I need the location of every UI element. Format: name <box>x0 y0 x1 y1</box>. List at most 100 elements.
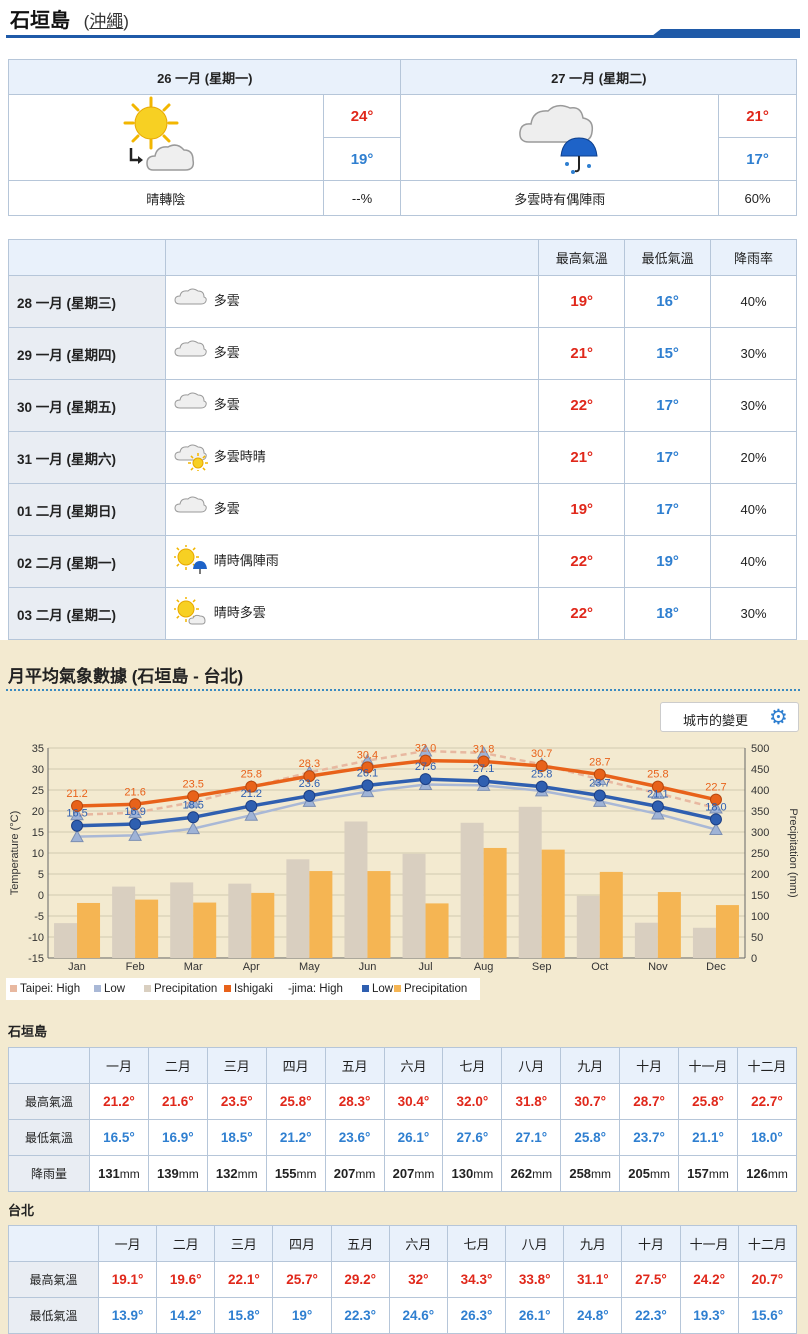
forecast-high: 22° <box>538 379 626 432</box>
ishigaki-marker <box>593 789 606 802</box>
precip-cell: 132mm <box>206 1155 267 1192</box>
legend-item[interactable]: Taipei: High <box>10 983 80 995</box>
month-header: 十一月 <box>678 1047 738 1084</box>
month-header: 五月 <box>330 1225 390 1262</box>
low-temp-cell: 14.2° <box>156 1297 216 1334</box>
x-tick-label: Oct <box>591 961 608 973</box>
forecast-row: 02 二月 (星期一) 晴時偶陣雨 22° 19° 40% <box>8 535 797 588</box>
row-label: 降雨量 <box>8 1155 90 1192</box>
y2-tick-label: 0 <box>751 953 757 965</box>
legend-item[interactable]: Precipitation <box>144 983 217 995</box>
forecast-low: 17° <box>624 483 712 536</box>
low-temp-cell: 27.6° <box>442 1119 503 1156</box>
ishigaki-marker <box>71 819 84 832</box>
low-temp-cell: 23.6° <box>324 1119 385 1156</box>
high-data-label: 30.4 <box>357 749 378 761</box>
forecast-condition: 多雲 <box>164 483 540 536</box>
month-header: 九月 <box>560 1047 621 1084</box>
forecast-condition: 晴時多雲 <box>164 587 540 640</box>
ishigaki-marker <box>129 818 142 831</box>
low-temp-cell: 18.5° <box>206 1119 267 1156</box>
ishigaki-marker <box>303 789 316 802</box>
legend-item[interactable]: Low <box>362 983 393 995</box>
low-data-label: 27.1 <box>473 763 494 775</box>
cloud-rain-icon <box>518 104 598 174</box>
forecast-high: 21° <box>538 327 626 380</box>
weekly-forecast-table: 最高氣溫 最低氣溫 降雨率 28 一月 (星期三) 多雲 19° 16° 40% 29 一… <box>8 239 797 640</box>
low-data-label: 21.1 <box>647 788 668 800</box>
low-data-label: 23.6 <box>299 778 320 790</box>
month-header: 一月 <box>89 1047 149 1084</box>
gear-icon: ⚙ <box>769 706 788 729</box>
forecast-date: 31 一月 (星期六) <box>8 431 166 484</box>
row-label: 最高氣溫 <box>8 1261 99 1298</box>
month-header: 六月 <box>383 1047 444 1084</box>
day2-icon-cell <box>400 94 720 181</box>
legend-item[interactable]: Low <box>94 983 125 995</box>
forecast-row: 30 一月 (星期五) 多雲 22° 17° 30% <box>8 379 797 432</box>
precip-bar <box>170 882 194 958</box>
x-tick-label: Jun <box>359 961 377 973</box>
precip-bar <box>715 905 739 958</box>
high-temp-cell: 34.3° <box>446 1261 507 1298</box>
change-city-label: 城市的變更 <box>683 713 749 728</box>
x-tick-label: Nov <box>648 961 668 973</box>
x-tick-label: Jan <box>68 961 86 973</box>
climate-row: 最低氣溫 16.5° 16.9° 18.5° 21.2° 23.6° 26.1° 27.6° 2… <box>8 1119 798 1156</box>
forecast-high: 19° <box>538 483 626 536</box>
row-label: 最低氣溫 <box>8 1297 99 1334</box>
x-tick-label: Aug <box>474 961 494 973</box>
low-temp-cell: 26.3° <box>446 1297 507 1334</box>
forecast-date: 03 二月 (星期二) <box>8 587 166 640</box>
region-link[interactable]: (沖繩) <box>84 12 129 31</box>
taipei-table-title: 台北 <box>8 1203 35 1218</box>
month-header-row: 一月 二月 三月 四月 五月 六月 七月 八月 九月 十月 十一月 十二月 <box>8 1047 798 1084</box>
low-temp-cell: 18.0° <box>736 1119 798 1156</box>
y2-tick-label: 200 <box>751 869 769 881</box>
low-temp-cell: 27.1° <box>501 1119 562 1156</box>
low-temp-cell: 24.8° <box>563 1297 623 1334</box>
forecast-high: 22° <box>538 535 626 588</box>
monthly-title: 月平均氣象數據 (石垣島 - 台北) <box>8 667 244 686</box>
change-city-button[interactable]: 城市的變更 ⚙ <box>660 702 799 732</box>
header-cond <box>164 239 540 276</box>
ishigaki-marker <box>477 775 490 788</box>
precip-bar <box>402 853 426 958</box>
high-data-label: 28.7 <box>589 756 610 768</box>
month-header: 一月 <box>97 1225 158 1262</box>
precip-bar <box>77 902 101 958</box>
low-data-label: 16.9 <box>124 806 145 818</box>
legend-item[interactable]: Ishigaki <box>224 983 273 995</box>
y-tick-label: -5 <box>34 911 44 923</box>
low-temp-cell: 22.3° <box>330 1297 390 1334</box>
legend-item[interactable]: -jima: High <box>288 983 343 995</box>
forecast-date: 30 一月 (星期五) <box>8 379 166 432</box>
high-data-label: 23.5 <box>182 778 203 790</box>
low-temp-cell: 21.2° <box>265 1119 326 1156</box>
precip-cell: 131mm <box>89 1155 149 1192</box>
forecast-condition: 多雲 <box>164 327 540 380</box>
low-data-label: 27.6 <box>415 761 436 773</box>
precip-bar <box>112 886 136 958</box>
day1-icon-cell <box>8 94 324 181</box>
month-header: 十月 <box>619 1047 680 1084</box>
forecast-row: 31 一月 (星期六) 多雲時晴 21° 17° 20% <box>8 431 797 484</box>
y-tick-label: 30 <box>32 764 44 776</box>
ishigaki-climate-table: 一月 二月 三月 四月 五月 六月 七月 八月 九月 十月 十一月 十二月 最高氣溫 21.2° 21.6°… <box>8 1047 798 1192</box>
precip-bar <box>344 821 368 958</box>
day1-condition: 晴轉陰 <box>8 180 324 216</box>
month-header: 二月 <box>147 1047 208 1084</box>
low-data-label: 21.2 <box>241 788 262 800</box>
legend-item[interactable]: Precipitation <box>394 983 467 995</box>
sun-rain-icon <box>172 544 208 578</box>
y-tick-label: -10 <box>28 932 44 944</box>
header-low: 最低氣溫 <box>624 239 712 276</box>
climate-row: 最高氣溫 21.2° 21.6° 23.5° 25.8° 28.3° 30.4° 32.0° 3… <box>8 1083 798 1120</box>
precip-bar <box>634 922 658 958</box>
month-header: 三月 <box>214 1225 274 1262</box>
legend-swatch <box>144 985 151 992</box>
ishigaki-marker <box>535 780 548 793</box>
low-data-label: 23.7 <box>589 777 610 789</box>
low-temp-cell: 13.9° <box>97 1297 158 1334</box>
day2-date: 27 一月 (星期二) <box>400 59 797 95</box>
